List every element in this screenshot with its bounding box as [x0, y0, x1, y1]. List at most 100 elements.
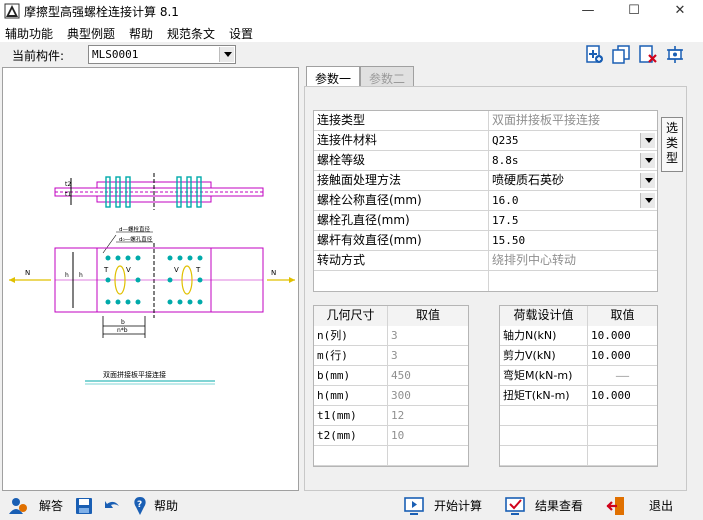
tab-params-two[interactable]: 参数二 — [360, 66, 415, 86]
t1-label: t1 — [65, 191, 71, 198]
geometry-row-value[interactable]: 3 — [388, 346, 468, 366]
h-label: h — [65, 272, 69, 279]
chevron-down-icon[interactable] — [640, 133, 655, 148]
view-results-icon[interactable] — [505, 496, 525, 516]
table-row: 扭矩T(kN-m) 10.000 — [500, 386, 657, 406]
minimize-button[interactable]: — — [565, 0, 611, 22]
component-label: 当前构件: — [12, 49, 65, 63]
param-value[interactable]: 15.50 — [489, 231, 657, 251]
tab-params-one[interactable]: 参数一 — [306, 66, 361, 86]
answer-icon[interactable] — [8, 496, 28, 516]
param-value[interactable]: 绕排列中心转动 — [489, 251, 657, 271]
drawing-caption: 双面拼接板平接连接 — [103, 370, 166, 379]
geometry-row-value[interactable]: 3 — [388, 326, 468, 346]
t2-label: t2 — [65, 181, 71, 188]
V-left-label: V — [126, 266, 131, 274]
tool-icon[interactable] — [665, 44, 685, 64]
chevron-down-icon[interactable] — [640, 193, 655, 208]
geometry-row-value[interactable]: 300 — [388, 386, 468, 406]
param-label: 接触面处理方法 — [314, 171, 489, 191]
loads-row-label: 弯矩M(kN-m) — [500, 366, 588, 386]
table-row: 轴力N(kN) 10.000 — [500, 326, 657, 346]
loads-row-value[interactable] — [588, 446, 657, 466]
menu-assist[interactable]: 辅助功能 — [5, 25, 53, 42]
answer-label[interactable]: 解答 — [39, 497, 63, 514]
close-button[interactable]: ✕ — [657, 0, 703, 22]
param-value[interactable]: 16.0 — [489, 191, 657, 211]
param-value[interactable]: 17.5 — [489, 211, 657, 231]
param-row: 转动方式 绕排列中心转动 — [314, 251, 657, 271]
help-icon[interactable]: ? — [130, 496, 150, 516]
table-row — [314, 446, 468, 466]
add-page-icon[interactable] — [584, 44, 604, 64]
loads-row-value[interactable]: 10.000 — [588, 386, 657, 406]
loads-row-value[interactable]: 10.000 — [588, 326, 657, 346]
param-label: 连接类型 — [314, 111, 489, 131]
undo-icon[interactable] — [102, 496, 122, 516]
d0-label: d₀—螺孔直径 — [119, 235, 153, 243]
table-row: 弯矩M(kN-m) —— — [500, 366, 657, 386]
menu-help[interactable]: 帮助 — [129, 25, 153, 42]
loads-header-value: 取值 — [588, 306, 657, 326]
param-row: 接触面处理方法 喷硬质石英砂 — [314, 171, 657, 191]
geometry-row-value[interactable]: 12 — [388, 406, 468, 426]
param-value[interactable]: 喷硬质石英砂 — [489, 171, 657, 191]
loads-header-row: 荷载设计值 取值 — [500, 306, 657, 326]
param-row: 连接件材料 Q235 — [314, 131, 657, 151]
component-select[interactable]: MLS0001 — [88, 45, 236, 64]
maximize-button[interactable]: ☐ — [611, 0, 657, 22]
param-label: 螺栓等级 — [314, 151, 489, 171]
geometry-row-label: m(行) — [314, 346, 388, 366]
param-value[interactable]: 8.8s — [489, 151, 657, 171]
start-calc-icon[interactable] — [404, 496, 424, 516]
app-logo-icon — [4, 3, 20, 19]
choose-type-button[interactable]: 选类型 — [661, 117, 683, 172]
loads-row-value[interactable] — [588, 406, 657, 426]
force-arrows: N N — [9, 269, 295, 283]
menu-settings[interactable]: 设置 — [229, 25, 253, 42]
drawing-panel: t2 t1 d—螺栓直径 d₀—螺孔直径 T V V T h h N N b n… — [2, 67, 299, 491]
svg-text:?: ? — [137, 500, 142, 510]
table-row — [500, 426, 657, 446]
help-label[interactable]: 帮助 — [154, 497, 178, 514]
params-table: 连接类型 双面拼接板平接连接 连接件材料 Q235 螺栓等级 8.8s 接触面处理方法 喷硬质… — [313, 110, 658, 292]
chevron-down-icon[interactable] — [640, 153, 655, 168]
loads-table: 荷载设计值 取值 轴力N(kN) 10.000 剪力V(kN) 10.000 弯矩M(kN-… — [499, 305, 658, 467]
delete-icon[interactable] — [638, 44, 658, 64]
chevron-down-icon[interactable] — [640, 173, 655, 188]
geometry-row-value[interactable]: 450 — [388, 366, 468, 386]
geometry-row-label: n(列) — [314, 326, 388, 346]
start-calc-label[interactable]: 开始计算 — [434, 497, 482, 514]
N-right-label: N — [271, 269, 276, 277]
table-row: m(行) 3 — [314, 346, 468, 366]
geometry-row-value[interactable] — [388, 446, 468, 466]
geometry-header-row: 几何尺寸 取值 — [314, 306, 468, 326]
param-row: 螺栓公称直径(mm) 16.0 — [314, 191, 657, 211]
menu-examples[interactable]: 典型例题 — [67, 25, 115, 42]
geometry-row-label: t1(mm) — [314, 406, 388, 426]
param-value[interactable]: 双面拼接板平接连接 — [489, 111, 657, 131]
copy-icon[interactable] — [611, 44, 631, 64]
menu-code-clauses[interactable]: 规范条文 — [167, 25, 215, 42]
T-left-label: T — [103, 266, 109, 274]
loads-row-value[interactable] — [588, 426, 657, 446]
table-row: h(mm) 300 — [314, 386, 468, 406]
geometry-row-value[interactable]: 10 — [388, 426, 468, 446]
component-value: MLS0001 — [92, 48, 139, 61]
loads-row-label — [500, 426, 588, 446]
geometry-row-label: b(mm) — [314, 366, 388, 386]
save-icon[interactable] — [74, 496, 94, 516]
param-value[interactable]: Q235 — [489, 131, 657, 151]
loads-row-label — [500, 446, 588, 466]
loads-row-value[interactable]: 10.000 — [588, 346, 657, 366]
loads-row-label: 轴力N(kN) — [500, 326, 588, 346]
param-label: 连接件材料 — [314, 131, 489, 151]
table-row — [500, 406, 657, 426]
exit-label[interactable]: 退出 — [649, 497, 673, 514]
chevron-down-icon[interactable] — [219, 47, 234, 62]
loads-row-value[interactable]: —— — [588, 366, 657, 386]
param-row: 连接类型 双面拼接板平接连接 — [314, 111, 657, 131]
view-results-label[interactable]: 结果查看 — [535, 497, 583, 514]
param-row-empty — [314, 271, 657, 291]
exit-icon[interactable] — [606, 496, 626, 516]
